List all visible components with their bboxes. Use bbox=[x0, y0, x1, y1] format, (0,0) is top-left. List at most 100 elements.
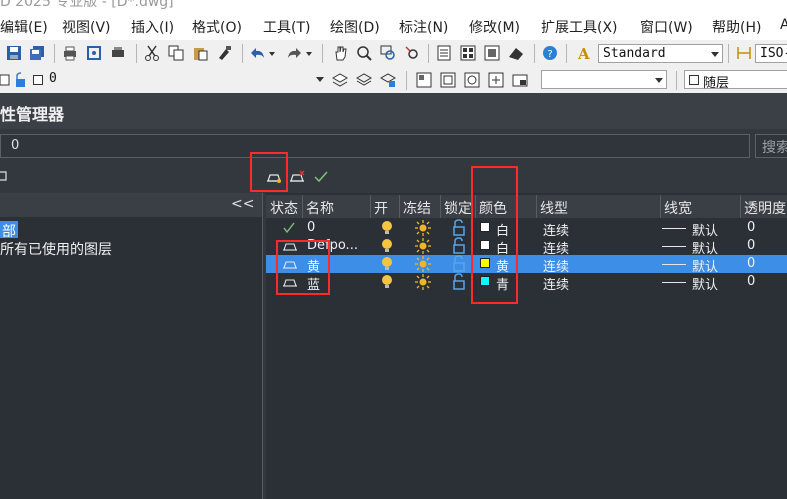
standard-toolbar: ? A Standard ISO- bbox=[0, 40, 787, 68]
menu-item-3[interactable]: 格式(O) bbox=[192, 17, 242, 37]
filter-tree-header: << bbox=[0, 193, 262, 217]
lock-icon bbox=[16, 72, 25, 87]
menu-item-4[interactable]: 工具(T) bbox=[263, 17, 310, 37]
menu-item-2[interactable]: 插入(I) bbox=[131, 17, 174, 37]
help-icon[interactable]: ? bbox=[542, 45, 558, 61]
col-lock[interactable]: 锁定 bbox=[444, 198, 472, 218]
layer-combo[interactable]: 0 bbox=[45, 70, 327, 89]
markup-icon[interactable] bbox=[508, 45, 524, 61]
unlock-icon[interactable] bbox=[452, 237, 466, 254]
make-current-layer-icon[interactable] bbox=[332, 72, 348, 88]
col-on[interactable]: 开 bbox=[374, 198, 388, 218]
menu-item-5[interactable]: 绘图(D) bbox=[330, 17, 380, 37]
col-transparency[interactable]: 透明度 bbox=[744, 198, 786, 218]
lightbulb-icon[interactable] bbox=[380, 274, 394, 290]
layer-transparency[interactable]: 0 bbox=[747, 238, 755, 253]
lineweight-sample bbox=[662, 264, 686, 265]
layer-states-icon[interactable] bbox=[356, 72, 372, 88]
properties-icon[interactable] bbox=[436, 45, 452, 61]
menu-item-9[interactable]: 窗口(W) bbox=[640, 17, 693, 37]
delete-layer-icon[interactable] bbox=[289, 169, 305, 185]
insert-icon[interactable] bbox=[488, 72, 504, 88]
design-center-icon[interactable] bbox=[460, 45, 476, 61]
col-status[interactable]: 状态 bbox=[270, 198, 298, 218]
collapse-button[interactable]: << bbox=[231, 196, 254, 212]
layer-transparency[interactable]: 0 bbox=[747, 274, 755, 289]
layout-icon[interactable] bbox=[416, 72, 432, 88]
dim-style-icon bbox=[737, 47, 751, 59]
table-row[interactable]: 黄黄连续 默认 0 bbox=[266, 255, 787, 275]
highlight-names bbox=[276, 240, 330, 295]
sun-icon[interactable] bbox=[415, 238, 431, 254]
layer-transparency[interactable]: 0 bbox=[747, 256, 755, 271]
lightbulb-icon[interactable] bbox=[380, 238, 394, 254]
layer-linetype[interactable]: 连续 bbox=[543, 274, 569, 293]
redo-dropdown-icon[interactable] bbox=[306, 52, 312, 56]
dim-style-combo[interactable]: ISO- bbox=[755, 44, 787, 63]
col-freeze[interactable]: 冻结 bbox=[403, 198, 431, 218]
zoom-previous-icon[interactable] bbox=[404, 45, 420, 61]
xref-icon[interactable] bbox=[512, 72, 528, 88]
zoom-window-icon[interactable] bbox=[380, 45, 396, 61]
sun-icon[interactable] bbox=[415, 274, 431, 290]
block-icon[interactable] bbox=[464, 72, 480, 88]
unlock-icon[interactable] bbox=[452, 219, 466, 236]
redo-icon[interactable] bbox=[286, 45, 302, 61]
set-current-icon[interactable] bbox=[313, 169, 329, 185]
menu-item-10[interactable]: 帮助(H) bbox=[712, 17, 761, 37]
col-linetype[interactable]: 线型 bbox=[540, 198, 568, 218]
cut-icon[interactable] bbox=[144, 45, 160, 61]
menu-item-11[interactable]: A bbox=[780, 17, 787, 33]
layer-tools-row bbox=[0, 160, 787, 192]
lineweight-sample bbox=[662, 246, 686, 247]
color-combo[interactable]: 随层 bbox=[684, 70, 787, 91]
layer-previous-icon[interactable] bbox=[380, 72, 396, 88]
paste-icon[interactable] bbox=[192, 45, 208, 61]
filter-item-all[interactable]: 部 bbox=[0, 221, 18, 240]
save-icon[interactable] bbox=[6, 45, 22, 61]
print-icon[interactable] bbox=[62, 45, 78, 61]
sun-icon[interactable] bbox=[415, 220, 431, 236]
print-preview-icon[interactable] bbox=[86, 45, 102, 61]
layer-name[interactable]: 0 bbox=[307, 220, 315, 235]
col-lineweight[interactable]: 线宽 bbox=[664, 198, 692, 218]
color-combo-value: 随层 bbox=[703, 76, 730, 91]
pan-icon[interactable] bbox=[332, 45, 348, 61]
menu-item-8[interactable]: 扩展工具(X) bbox=[541, 17, 618, 37]
menu-item-7[interactable]: 修改(M) bbox=[469, 17, 520, 37]
lineweight-sample bbox=[662, 228, 686, 229]
save-all-icon[interactable] bbox=[29, 45, 45, 61]
layer-transparency[interactable]: 0 bbox=[747, 220, 755, 235]
table-row[interactable]: 0 白连续 默认 0 bbox=[266, 219, 787, 239]
unlock-icon[interactable] bbox=[452, 255, 466, 272]
filter-item-used-layers[interactable]: 所有已使用的图层 bbox=[0, 239, 112, 259]
sun-icon[interactable] bbox=[415, 256, 431, 272]
svg-text:A: A bbox=[577, 45, 590, 61]
lightbulb-icon[interactable] bbox=[380, 256, 394, 272]
plot-icon[interactable] bbox=[110, 45, 126, 61]
table-row[interactable]: Defpo... 白连续 默认 0 bbox=[266, 237, 787, 257]
new-filter-icon[interactable] bbox=[0, 168, 8, 184]
linetype-combo[interactable] bbox=[541, 70, 667, 89]
tool-palette-icon[interactable] bbox=[484, 45, 500, 61]
search-input[interactable]: 搜索 bbox=[755, 134, 787, 158]
undo-dropdown-icon[interactable] bbox=[269, 52, 275, 56]
current-layer-value: 0 bbox=[11, 138, 20, 153]
lightbulb-icon[interactable] bbox=[380, 220, 394, 236]
viewport-icon[interactable] bbox=[440, 72, 456, 88]
window-title: D 2025 专业版 - [D*.dwg] bbox=[0, 0, 787, 12]
dim-style-value: ISO- bbox=[760, 46, 787, 61]
menu-item-0[interactable]: 编辑(E) bbox=[0, 17, 48, 37]
zoom-realtime-icon[interactable] bbox=[356, 45, 372, 61]
menu-item-6[interactable]: 标注(N) bbox=[399, 17, 448, 37]
text-style-combo[interactable]: Standard bbox=[598, 44, 723, 63]
col-name[interactable]: 名称 bbox=[306, 198, 334, 218]
menu-item-1[interactable]: 视图(V) bbox=[62, 17, 111, 37]
undo-icon[interactable] bbox=[250, 45, 266, 61]
match-properties-icon[interactable] bbox=[216, 45, 232, 61]
chevron-down-icon bbox=[711, 52, 719, 57]
copy-icon[interactable] bbox=[168, 45, 184, 61]
layer-lineweight[interactable]: 默认 bbox=[692, 274, 718, 293]
table-row[interactable]: 蓝青连续 默认 0 bbox=[266, 273, 787, 293]
unlock-icon[interactable] bbox=[452, 273, 466, 290]
